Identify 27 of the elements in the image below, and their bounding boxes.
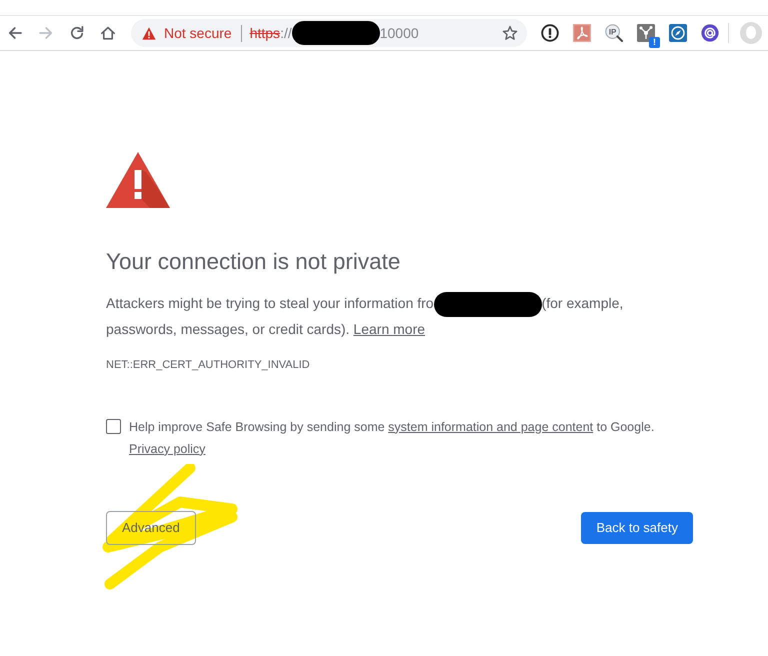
ip-magnifier-icon[interactable]: IP	[605, 24, 623, 42]
back-arrow-icon[interactable]	[7, 25, 23, 41]
error-code: NET::ERR_CERT_AUTHORITY_INVALID	[106, 358, 311, 373]
warning-triangle-icon	[106, 152, 170, 208]
url-text: 10000	[380, 24, 419, 42]
at-sign-icon[interactable]	[701, 24, 719, 42]
reload-icon[interactable]	[69, 25, 85, 41]
error-heading: Your connection is not private	[106, 248, 402, 276]
safe-browsing-text: Help improve Safe Browsing by sending some system information and page content to Google.	[129, 418, 654, 436]
network-nodes-icon[interactable]	[637, 24, 655, 42]
learn-more-link[interactable]: Learn more	[353, 320, 426, 337]
compass-icon[interactable]	[669, 24, 687, 42]
warning-icon	[142, 26, 156, 40]
checkbox[interactable]	[106, 419, 121, 434]
home-icon[interactable]	[100, 25, 116, 41]
keyhole-circle-icon[interactable]	[541, 24, 559, 42]
privacy-policy-link[interactable]: Privacy policy	[129, 442, 206, 456]
bookmark-star-icon[interactable]	[502, 25, 518, 41]
warning-message: Attackers might be trying to steal your information fro (for example, passwords, messages, or credit cards). Learn more	[106, 291, 693, 341]
pdf-icon[interactable]	[573, 24, 591, 42]
info-link[interactable]: system information and page content	[388, 420, 594, 434]
extension-badge: !	[649, 37, 660, 48]
url-text: ://	[280, 24, 292, 42]
back-to-safety-button[interactable]: Back to safety	[581, 512, 693, 544]
security-status-label[interactable]: Not secure	[164, 24, 232, 42]
url-scheme: https	[250, 24, 280, 42]
address-bar[interactable]: Not secure https:// 10000	[131, 19, 527, 47]
